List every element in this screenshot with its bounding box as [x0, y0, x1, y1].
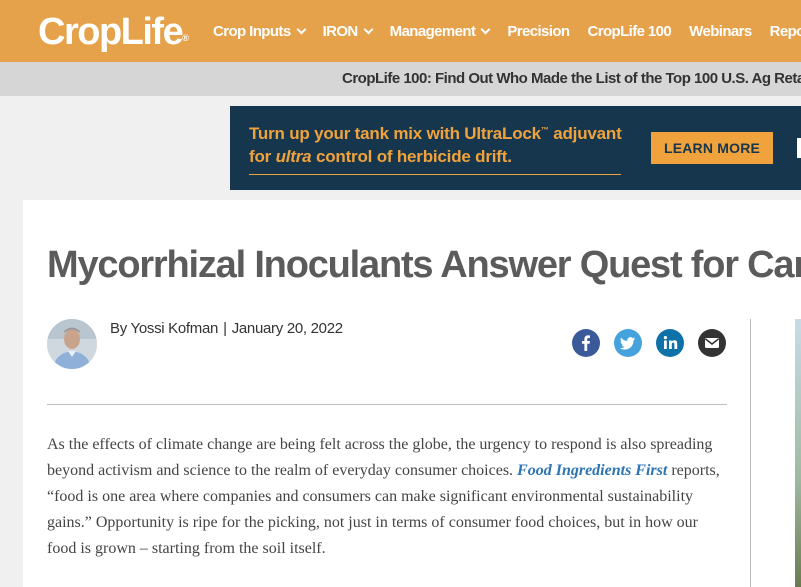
sidebar-image: [795, 319, 801, 587]
nav-item-label: Precision: [507, 22, 570, 40]
ad-line2-pre: for: [249, 147, 276, 166]
nav-item-iron[interactable]: IRON: [322, 22, 374, 40]
logo-text: CropLife: [38, 11, 184, 53]
share-twitter-button[interactable]: [614, 329, 642, 357]
nav-item-label: IRON: [322, 22, 359, 40]
sidebar-divider: [750, 319, 751, 587]
article-body-paragraph: As the effects of climate change are bei…: [47, 432, 727, 562]
nav-item-crop-inputs[interactable]: Crop Inputs: [213, 22, 307, 40]
ad-line2-emphasis: ultra: [275, 147, 312, 166]
nav-item-label: Management: [389, 22, 476, 40]
share-buttons: [572, 329, 726, 357]
nav-item-webinars[interactable]: Webinars: [689, 22, 752, 40]
food-ingredients-first-link[interactable]: Food Ingredients First: [517, 462, 667, 479]
linkedin-icon: [663, 336, 678, 349]
share-linkedin-button[interactable]: [656, 329, 684, 357]
nav-item-precision[interactable]: Precision: [507, 22, 570, 40]
ad-line2-post: control of herbicide drift.: [311, 147, 512, 166]
nav-item-croplife-100[interactable]: CropLife 100: [588, 23, 672, 40]
author-photo: [47, 319, 97, 369]
ad-trademark: ™: [540, 125, 549, 135]
ad-headline-line1: Turn up your tank mix with UltraLock™ ad…: [249, 124, 622, 144]
share-email-button[interactable]: [698, 329, 726, 357]
announcement-bar: CropLife 100: Find Out Who Made the List…: [0, 62, 801, 96]
article-title: Mycorrhizal Inoculants Answer Quest for …: [47, 244, 801, 286]
ad-banner[interactable]: Turn up your tank mix with UltraLock™ ad…: [230, 106, 801, 190]
envelope-icon: [705, 338, 719, 348]
ad-underline: [249, 174, 621, 175]
byline: By Yossi Kofman | January 20, 2022: [110, 320, 343, 337]
logo-trademark: ®: [182, 33, 189, 43]
article-card: Mycorrhizal Inoculants Answer Quest for …: [23, 200, 801, 587]
author-name[interactable]: By Yossi Kofman: [110, 320, 218, 337]
announcement-link[interactable]: CropLife 100: Find Out Who Made the List…: [342, 70, 801, 87]
byline-divider: [47, 404, 727, 405]
twitter-icon: [620, 337, 635, 350]
chevron-down-icon: [480, 24, 491, 34]
top-navigation: CropLife® Crop Inputs IRON Management Pr…: [0, 0, 801, 62]
ad-headline-line2: for ultra control of herbicide drift.: [249, 147, 512, 167]
chevron-down-icon: [363, 24, 374, 34]
author-avatar: [47, 319, 97, 369]
nav-item-label: Webinars: [689, 22, 752, 40]
byline-separator: |: [223, 320, 227, 337]
nav-item-label: Reports: [769, 22, 801, 40]
learn-more-button[interactable]: LEARN MORE: [651, 132, 773, 164]
nav-item-label: Crop Inputs: [213, 22, 291, 40]
facebook-icon: [582, 335, 590, 351]
main-menu: Crop Inputs IRON Management Precision Cr…: [213, 0, 801, 62]
nav-item-management[interactable]: Management: [389, 22, 491, 40]
chevron-down-icon: [296, 24, 307, 34]
ad-headline-end: adjuvant: [548, 124, 622, 143]
share-facebook-button[interactable]: [572, 329, 600, 357]
ad-logo-edge: [797, 138, 801, 158]
ad-headline-text: Turn up your tank mix with UltraLock: [249, 124, 541, 143]
nav-item-label: CropLife 100: [587, 22, 672, 40]
croplife-logo[interactable]: CropLife®: [38, 10, 189, 54]
nav-item-reports[interactable]: Reports: [770, 23, 801, 40]
publish-date: January 20, 2022: [231, 320, 343, 337]
